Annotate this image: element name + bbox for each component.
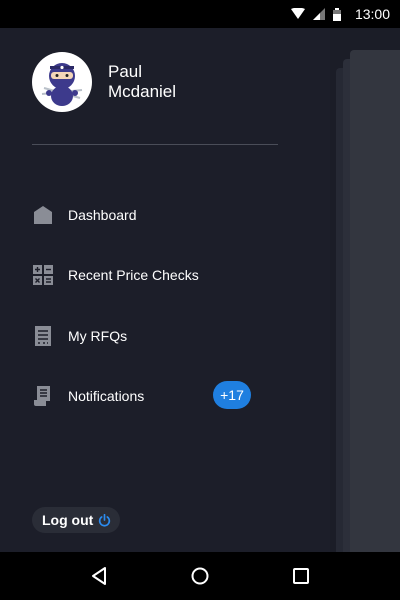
user-last-name: Mcdaniel [108,82,177,101]
back-icon[interactable] [89,566,109,586]
home-icon [32,204,54,226]
menu-item-recent-price-checks[interactable]: Recent Price Checks [32,260,262,290]
avatar[interactable] [32,52,92,112]
menu-item-notifications[interactable]: Notifications +17 [32,381,292,411]
background-card [350,50,400,552]
calculator-icon [32,264,54,286]
user-first-name: Paul [108,62,143,81]
recents-icon[interactable] [291,566,311,586]
menu-item-dashboard[interactable]: Dashboard [32,200,262,230]
divider [32,144,278,145]
notifications-badge: +17 [213,381,251,409]
document-icon [32,325,54,347]
power-icon [98,513,111,527]
menu-item-label: Dashboard [68,207,137,223]
scroll-icon [32,385,54,407]
navigation-drawer: Paul Mcdaniel Dashboard Recent Price Che… [0,28,330,552]
home-circle-icon[interactable] [190,566,210,586]
battery-icon [332,7,341,21]
wifi-icon [290,8,305,19]
app-screen: Paul Mcdaniel Dashboard Recent Price Che… [0,28,400,552]
signal-icon [312,8,325,20]
status-bar: 13:00 [0,0,400,28]
status-time: 13:00 [354,6,390,22]
logout-label: Log out [42,512,94,528]
menu-item-my-rfqs[interactable]: My RFQs [32,321,262,351]
logout-button[interactable]: Log out [32,507,121,533]
ninja-avatar-icon [41,63,83,106]
menu-item-label: Notifications [68,388,145,404]
menu-item-label: Recent Price Checks [68,267,199,283]
menu-item-label: My RFQs [68,328,128,344]
user-name: Paul Mcdaniel [108,62,176,102]
navigation-bar [0,552,400,600]
